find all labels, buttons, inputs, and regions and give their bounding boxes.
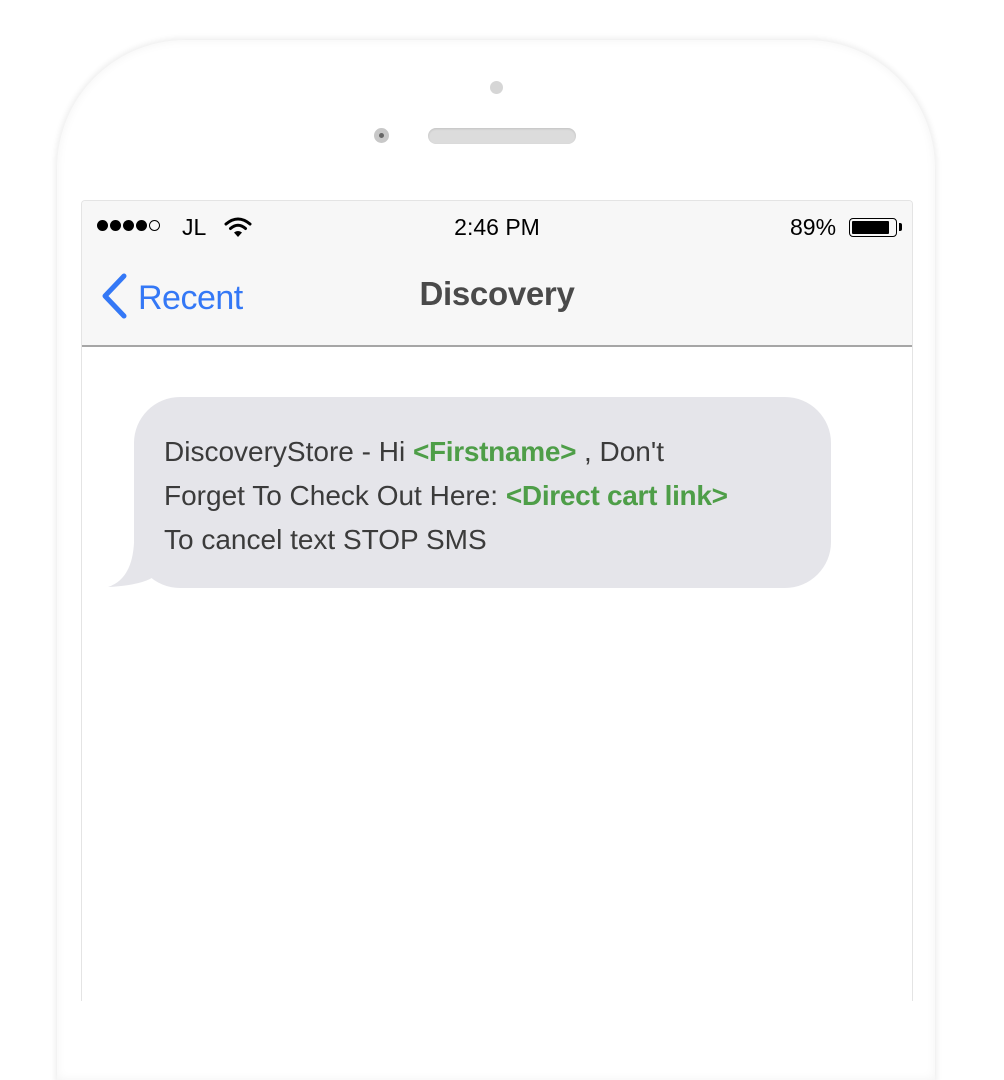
front-camera: [374, 128, 389, 143]
battery-icon: [849, 218, 897, 237]
message-bubble: DiscoveryStore - Hi <Firstname> , Don't …: [134, 397, 831, 588]
message-line-3: To cancel text STOP SMS: [164, 524, 487, 555]
proximity-sensor: [490, 81, 503, 94]
battery-percent: 89%: [790, 214, 837, 240]
phone-screen: JL 2:46 PM 89% Recent Discovery Discover…: [81, 200, 913, 1001]
message-text: , Don't: [583, 436, 665, 467]
cart-link-placeholder[interactable]: <Direct cart link>: [506, 480, 728, 511]
message-line-2: Forget To Check Out Here: <Direct cart l…: [164, 474, 801, 518]
status-bar: JL 2:46 PM 89%: [82, 201, 912, 255]
header: JL 2:46 PM 89% Recent Discovery: [82, 201, 912, 347]
battery-tip: [899, 223, 902, 231]
battery-fill: [852, 221, 890, 234]
earpiece-speaker: [428, 128, 576, 144]
conversation-title: Discovery: [419, 275, 575, 312]
message-text: Forget To Check Out Here:: [164, 480, 506, 511]
message-text: DiscoveryStore - Hi: [164, 436, 413, 467]
message-thread: DiscoveryStore - Hi <Firstname> , Don't …: [82, 347, 912, 1001]
status-time: 2:46 PM: [454, 214, 540, 240]
firstname-placeholder: <Firstname>: [412, 436, 577, 467]
navigation-bar: Recent Discovery: [82, 255, 912, 345]
message-line-1: DiscoveryStore - Hi <Firstname> , Don't: [164, 430, 801, 474]
